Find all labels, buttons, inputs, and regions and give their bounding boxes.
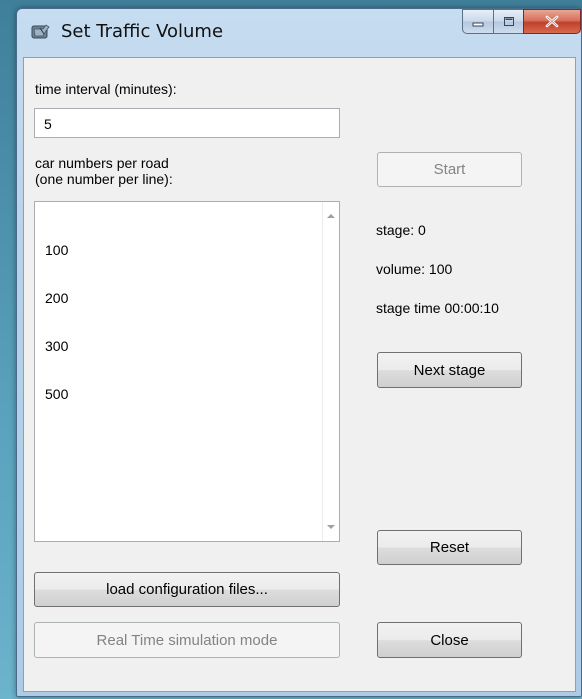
minimize-button[interactable] (462, 9, 493, 34)
car-numbers-label-line2: (one number per line): (35, 171, 173, 187)
car-number-line: 500 (45, 386, 69, 402)
next-stage-button[interactable]: Next stage (377, 352, 522, 388)
car-numbers-list: 100 200 300 500 (45, 210, 76, 434)
stage-time-status: stage time 00:00:10 (376, 300, 499, 316)
maximize-button[interactable] (493, 9, 523, 34)
time-interval-value: 5 (44, 116, 52, 132)
volume-status: volume: 100 (376, 261, 453, 277)
title-bar[interactable]: Set Traffic Volume (17, 9, 581, 49)
car-numbers-label-line1: car numbers per road (35, 155, 169, 171)
maximize-icon (503, 17, 514, 26)
reset-button[interactable]: Reset (377, 530, 522, 565)
car-number-line: 200 (45, 290, 69, 306)
stage-status: stage: 0 (376, 222, 426, 238)
scroll-down-arrow-icon[interactable] (327, 525, 335, 529)
real-time-simulation-button[interactable]: Real Time simulation mode (34, 622, 340, 658)
minimize-icon (472, 22, 484, 26)
scroll-up-arrow-icon[interactable] (327, 214, 335, 218)
window-title: Set Traffic Volume (61, 21, 224, 42)
time-interval-input[interactable]: 5 (34, 108, 340, 138)
close-button[interactable]: Close (377, 622, 522, 658)
close-window-button[interactable] (523, 9, 581, 34)
load-configuration-button[interactable]: load configuration files... (34, 572, 340, 607)
window-controls (462, 9, 581, 34)
traffic-app-icon (31, 24, 50, 39)
set-traffic-volume-window: Set Traffic Volume time interval (minute… (16, 8, 582, 697)
textarea-scrollbar[interactable] (322, 202, 339, 541)
start-button[interactable]: Start (377, 152, 522, 187)
car-numbers-textarea[interactable]: 100 200 300 500 (34, 201, 340, 542)
dialog-body: time interval (minutes): 5 car numbers p… (23, 57, 576, 692)
car-number-line: 300 (45, 338, 69, 354)
time-interval-label: time interval (minutes): (35, 81, 177, 97)
close-icon (545, 15, 559, 28)
car-number-line: 100 (45, 242, 69, 258)
